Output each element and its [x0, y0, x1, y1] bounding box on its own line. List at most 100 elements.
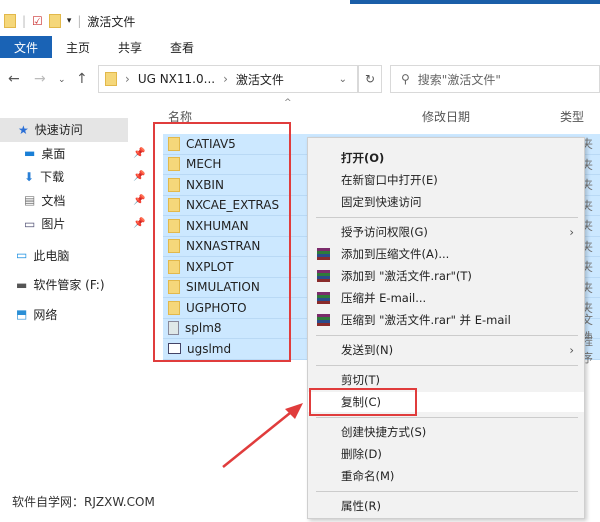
- menu-separator: [316, 365, 578, 366]
- pin-icon[interactable]: 📌: [133, 195, 145, 206]
- properties-icon[interactable]: ☑: [32, 14, 43, 28]
- sidebar-item[interactable]: ▬ 桌面 📌: [0, 142, 150, 166]
- breadcrumb-item[interactable]: UG NX11.0...: [138, 72, 215, 86]
- breadcrumb-item[interactable]: 激活文件: [236, 71, 284, 88]
- sidebar-item[interactable]: ⬇ 下载 📌: [0, 165, 150, 189]
- star-icon: ★: [18, 122, 29, 137]
- sidebar-item-label: 快速访问: [34, 123, 83, 138]
- column-header-date[interactable]: 修改日期: [422, 108, 470, 125]
- chevron-right-icon: ›: [569, 343, 574, 357]
- menu-item-label: 授予访问权限(G): [341, 225, 428, 239]
- refresh-button[interactable]: ↻: [358, 65, 382, 93]
- menu-item[interactable]: 固定到快速访问: [308, 192, 584, 212]
- menu-item-label: 发送到(N): [341, 343, 394, 357]
- search-input[interactable]: ⚲ 搜索"激活文件": [390, 65, 600, 93]
- menu-separator: [316, 417, 578, 418]
- sort-ascending-icon: ^: [284, 98, 292, 108]
- chevron-right-icon: ›: [569, 225, 574, 239]
- menu-item[interactable]: 删除(D): [308, 444, 584, 464]
- network-icon: ⬒: [16, 307, 28, 322]
- menu-item-label: 压缩到 "激活文件.rar" 并 E-mail: [341, 313, 511, 327]
- back-icon[interactable]: ←: [8, 71, 20, 87]
- annotation-arrow: [222, 403, 303, 468]
- up-icon[interactable]: ↑: [76, 71, 88, 87]
- chevron-down-icon[interactable]: ⌄: [339, 74, 347, 85]
- picture-icon: ▭: [24, 216, 36, 231]
- drive-icon: ▬: [16, 277, 28, 292]
- sidebar-item[interactable]: ▬ 软件管家 (F:): [0, 273, 150, 297]
- menu-item[interactable]: 压缩并 E-mail...: [308, 288, 584, 308]
- tab-view[interactable]: 查看: [156, 36, 208, 58]
- navigation-pane: ★ 快速访问 ▬ 桌面 📌 ⬇ 下载 📌 ▤ 文档 📌 ▭ 图片 📌 ▭ 此电脑 ▬ 软件管家 (F:) ⬒ 网络: [0, 118, 150, 326]
- menu-item-label: 添加到 "激活文件.rar"(T): [341, 269, 472, 283]
- menu-item-label: 打开(O): [341, 151, 385, 165]
- menu-item[interactable]: 授予访问权限(G) ›: [308, 222, 584, 242]
- menu-item[interactable]: 在新窗口中打开(E): [308, 170, 584, 190]
- winrar-icon: [317, 314, 330, 326]
- background-window-strip: [0, 0, 600, 8]
- sidebar-item-label: 桌面: [41, 146, 66, 161]
- menu-separator: [316, 335, 578, 336]
- winrar-icon: [317, 270, 330, 282]
- menu-item-label: 重命名(M): [341, 469, 395, 483]
- menu-item[interactable]: 添加到 "激活文件.rar"(T): [308, 266, 584, 286]
- winrar-icon: [317, 292, 330, 304]
- search-placeholder: 搜索"激活文件": [417, 72, 501, 87]
- forward-icon[interactable]: →: [34, 71, 46, 87]
- menu-item[interactable]: 打开(O): [308, 148, 584, 168]
- menu-item-label: 剪切(T): [341, 373, 380, 387]
- menu-item[interactable]: 剪切(T): [308, 370, 584, 390]
- column-header-type[interactable]: 类型: [560, 108, 584, 125]
- menu-separator: [316, 491, 578, 492]
- sidebar-item-label: 下载: [40, 170, 65, 185]
- sidebar-item-label: 此电脑: [33, 248, 70, 263]
- sidebar-item[interactable]: ⬒ 网络: [0, 303, 150, 327]
- winrar-icon: [317, 248, 330, 260]
- menu-item-label: 创建快捷方式(S): [341, 425, 427, 439]
- recent-dropdown-icon[interactable]: ⌄: [58, 75, 66, 85]
- menu-item[interactable]: 属性(R): [308, 496, 584, 516]
- address-bar[interactable]: › UG NX11.0... › 激活文件 ⌄: [98, 65, 358, 93]
- ribbon-tabs: 文件 主页 共享 查看: [0, 36, 208, 58]
- computer-icon: ▭: [16, 248, 28, 263]
- sidebar-item[interactable]: ★ 快速访问: [0, 118, 128, 142]
- menu-item-label: 删除(D): [341, 447, 382, 461]
- sidebar-item[interactable]: ▭ 图片 📌: [0, 212, 150, 236]
- pin-icon[interactable]: 📌: [133, 148, 145, 159]
- menu-item-label: 属性(R): [341, 499, 381, 513]
- folder-icon: [4, 14, 16, 28]
- desktop-icon: ▬: [24, 146, 36, 161]
- search-icon: ⚲: [401, 72, 410, 86]
- menu-item-label: 添加到压缩文件(A)...: [341, 247, 450, 261]
- sidebar-item[interactable]: ▤ 文档 📌: [0, 189, 150, 213]
- sidebar-item[interactable]: ▭ 此电脑: [0, 244, 150, 268]
- menu-item-label: 压缩并 E-mail...: [341, 291, 427, 305]
- watermark: 软件自学网：RJZXW.COM: [12, 495, 155, 509]
- pin-icon[interactable]: 📌: [133, 171, 145, 182]
- menu-separator: [316, 217, 578, 218]
- quick-access-toolbar: | ☑ ▾ | 激活文件: [0, 8, 135, 34]
- menu-item[interactable]: 添加到压缩文件(A)...: [308, 244, 584, 264]
- tab-file[interactable]: 文件: [0, 36, 53, 58]
- sidebar-item-label: 图片: [41, 217, 66, 232]
- annotation-box-copy: [309, 388, 417, 416]
- menu-item[interactable]: 发送到(N) ›: [308, 340, 584, 360]
- customize-dropdown-icon[interactable]: ▾: [67, 16, 72, 26]
- document-icon: ▤: [24, 193, 36, 208]
- new-folder-icon[interactable]: [48, 14, 61, 28]
- menu-item[interactable]: 创建快捷方式(S): [308, 422, 584, 442]
- pin-icon[interactable]: 📌: [133, 218, 145, 229]
- menu-item-label: 固定到快速访问: [341, 195, 422, 209]
- tab-home[interactable]: 主页: [52, 36, 104, 58]
- sidebar-item-label: 文档: [41, 193, 66, 208]
- menu-item[interactable]: 压缩到 "激活文件.rar" 并 E-mail: [308, 310, 584, 330]
- sidebar-item-label: 网络: [33, 307, 58, 322]
- sidebar-item-label: 软件管家 (F:): [33, 278, 105, 293]
- menu-item-label: 在新窗口中打开(E): [341, 173, 438, 187]
- window-title: 激活文件: [87, 14, 136, 29]
- tab-share[interactable]: 共享: [104, 36, 156, 58]
- folder-icon: [105, 72, 117, 86]
- address-row: ← → ⌄ ↑ › UG NX11.0... › 激活文件 ⌄ ↻ ⚲ 搜索"激…: [0, 63, 600, 95]
- context-menu: 打开(O) 在新窗口中打开(E) 固定到快速访问 授予访问权限(G) › 添加到压缩文件(…: [307, 137, 585, 519]
- menu-item[interactable]: 重命名(M): [308, 466, 584, 486]
